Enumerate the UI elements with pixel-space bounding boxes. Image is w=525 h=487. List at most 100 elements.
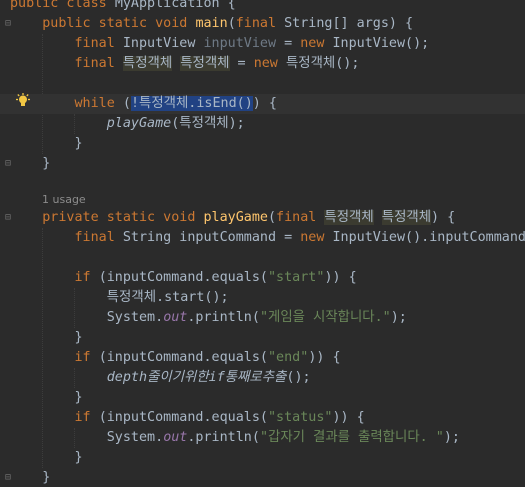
fold-marker-icon[interactable]: ⊟ [2, 154, 14, 174]
code-line[interactable]: final 특정객체 특정객체 = new 특정객체(); [0, 54, 525, 74]
code-line[interactable]: 특정객체.start(); [0, 288, 525, 308]
code-token: } [10, 450, 83, 465]
code-token: System. [10, 310, 164, 325]
code-line[interactable]: if (inputCommand.equals("start")) { [0, 268, 525, 288]
code-token: 특정객체 [122, 56, 173, 71]
code-token: InputView().inputCommand( [332, 230, 525, 245]
code-token: private static void [10, 210, 204, 225]
code-line[interactable]: playGame(특정객체); [0, 114, 525, 134]
code-line-content[interactable]: if (inputCommand.equals("end")) { [10, 348, 340, 368]
code-line[interactable]: System.out.println("갑자기 결과를 출력합니다. "); [0, 428, 525, 448]
code-line-content[interactable]: } [10, 328, 83, 348]
code-line-content[interactable]: } [10, 154, 50, 174]
code-token: (inputCommand.equals( [98, 270, 268, 285]
code-token: if [10, 410, 99, 425]
code-line-content[interactable]: public class MyApplication { [10, 0, 236, 14]
code-token: } [10, 390, 83, 405]
code-line[interactable]: private static void playGame(final 특정객체 … [0, 208, 525, 228]
code-token: = [276, 36, 301, 51]
code-token: ) { [431, 210, 456, 225]
fold-marker-icon[interactable]: ⊟ [2, 468, 14, 487]
code-line[interactable]: System.out.println("게임을 시작합니다."); [0, 308, 525, 328]
code-line-content[interactable]: final 특정객체 특정객체 = new 특정객체(); [10, 54, 359, 74]
code-line[interactable]: depth줄이기위한if통째로추출(); [0, 368, 525, 388]
code-token: depth줄이기위한if통째로추출 [106, 370, 287, 385]
code-token: )) { [332, 410, 365, 425]
code-line[interactable]: while (!특정객체.isEnd()) { [0, 94, 525, 114]
code-line[interactable]: } [0, 154, 525, 174]
code-line[interactable]: if (inputCommand.equals("status")) { [0, 408, 525, 428]
fold-marker-icon[interactable]: ⊟ [2, 208, 14, 228]
code-line[interactable] [0, 248, 525, 268]
code-line[interactable]: } [0, 468, 525, 487]
fold-marker-icon[interactable]: ⊟ [2, 14, 14, 34]
code-token: final [276, 210, 325, 225]
code-token: public static void [10, 16, 196, 31]
code-token: = [229, 56, 254, 71]
code-token: final [10, 36, 123, 51]
code-token: .println( [187, 310, 260, 325]
code-line[interactable]: } [0, 134, 525, 154]
code-line[interactable]: } [0, 448, 525, 468]
code-line[interactable]: public class MyApplication { [0, 0, 525, 14]
code-token: InputView [122, 36, 204, 51]
code-token: System. [10, 430, 164, 445]
code-line[interactable]: final String inputCommand = new InputVie… [0, 228, 525, 248]
code-token: ( [122, 96, 131, 111]
code-token: final [235, 16, 285, 31]
code-token: 특정객체 [180, 56, 230, 71]
code-line-content[interactable]: while (!특정객체.isEnd()) { [10, 94, 277, 114]
code-line[interactable]: } [0, 328, 525, 348]
code-token: (특정객체); [171, 116, 245, 131]
code-line-content[interactable]: final String inputCommand = new InputVie… [10, 228, 525, 248]
code-line[interactable]: } [0, 388, 525, 408]
code-line-content[interactable]: depth줄이기위한if통째로추출(); [10, 368, 311, 388]
code-token: 특정객체(); [285, 56, 360, 71]
lightbulb-icon[interactable] [15, 93, 31, 109]
code-token: if [10, 350, 99, 365]
code-line-content[interactable]: if (inputCommand.equals("start")) { [10, 268, 356, 288]
code-line-content[interactable]: final InputView inputView = new InputVie… [10, 34, 429, 54]
code-token: 특정객체.start(); [10, 290, 229, 305]
code-token: 특정객체 [324, 210, 374, 225]
code-token: } [10, 156, 51, 171]
code-token: } [10, 136, 83, 151]
code-token: MyApplication { [114, 0, 236, 11]
code-token: } [10, 470, 51, 485]
code-token: new [300, 230, 333, 245]
code-token: out [163, 310, 188, 325]
code-token: new [300, 36, 333, 51]
code-line-content[interactable]: System.out.println("게임을 시작합니다."); [10, 308, 407, 328]
code-line-content[interactable]: } [10, 134, 83, 154]
code-token: InputView(); [332, 36, 430, 51]
code-line[interactable]: if (inputCommand.equals("end")) { [0, 348, 525, 368]
code-line-content[interactable]: if (inputCommand.equals("status")) { [10, 408, 365, 428]
code-line-content[interactable]: } [10, 388, 83, 408]
code-line-content[interactable]: } [10, 468, 50, 487]
code-token: "start" [268, 270, 325, 285]
code-token: .println( [187, 430, 260, 445]
code-line-content[interactable]: } [10, 448, 83, 468]
code-line-content[interactable]: private static void playGame(final 특정객체 … [10, 208, 455, 228]
code-token: final [10, 56, 123, 71]
code-editor[interactable]: public class MyApplication { public stat… [0, 0, 525, 487]
code-line[interactable]: final InputView inputView = new InputVie… [0, 34, 525, 54]
code-line[interactable] [0, 74, 525, 94]
code-line-content[interactable]: playGame(특정객체); [10, 114, 245, 134]
code-token: (inputCommand.equals( [98, 410, 268, 425]
code-token: final [10, 230, 123, 245]
code-token: ( [227, 16, 236, 31]
code-token: "status" [268, 410, 333, 425]
code-token: } [10, 330, 83, 345]
code-line-content[interactable]: public static void main(final String[] a… [10, 14, 413, 34]
code-token: public class [10, 0, 115, 11]
code-token: String inputCommand = [122, 230, 301, 245]
usage-hint[interactable]: 1 usage [42, 190, 86, 210]
code-line-content[interactable]: 특정객체.start(); [10, 288, 229, 308]
code-token: "게임을 시작합니다." [259, 310, 391, 325]
code-line-content[interactable]: System.out.println("갑자기 결과를 출력합니다. "); [10, 428, 460, 448]
code-line[interactable]: public static void main(final String[] a… [0, 14, 525, 34]
